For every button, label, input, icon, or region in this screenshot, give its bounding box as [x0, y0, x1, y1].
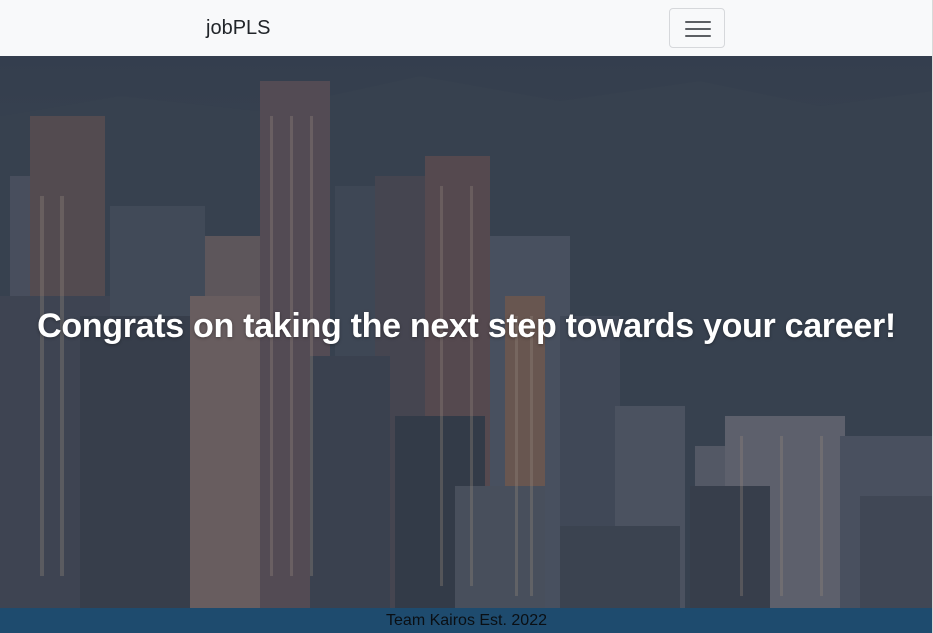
hamburger-menu-icon	[685, 19, 711, 39]
hero-headline: Congrats on taking the next step towards…	[37, 307, 896, 345]
navbar: jobPLS	[0, 0, 933, 56]
brand-link[interactable]: jobPLS	[206, 14, 271, 42]
navbar-toggler-button[interactable]	[669, 8, 725, 48]
footer-text: Team Kairos Est. 2022	[386, 612, 547, 629]
hero-section: Congrats on taking the next step towards…	[0, 56, 933, 608]
footer: Team Kairos Est. 2022	[0, 608, 933, 633]
